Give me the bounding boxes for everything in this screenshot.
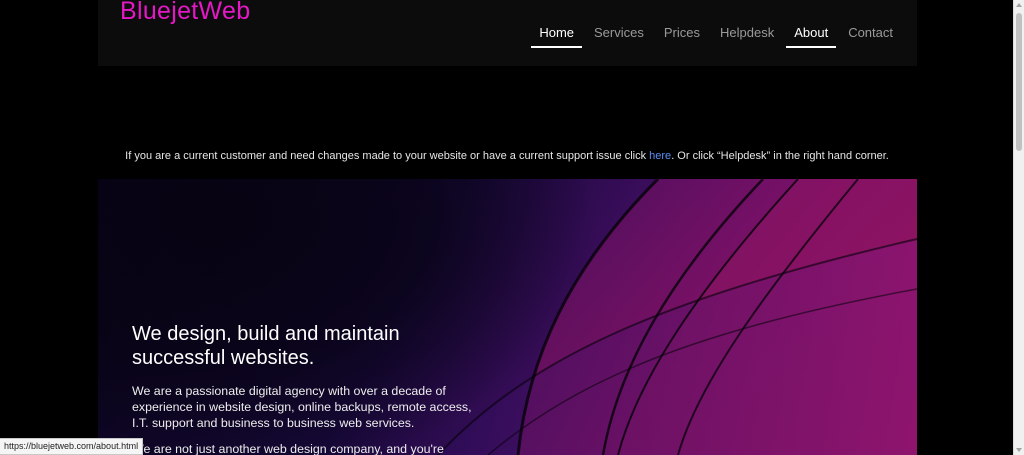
site-header: BluejetWeb Home Services Prices Helpdesk… <box>98 0 917 66</box>
support-here-link[interactable]: here <box>649 150 671 162</box>
scroll-up-arrow-icon[interactable] <box>1016 3 1022 7</box>
page-scrollbar[interactable] <box>1013 0 1024 455</box>
scrollbar-thumb[interactable] <box>1016 13 1022 151</box>
notice-text-before: If you are a current customer and need c… <box>125 150 650 162</box>
nav-item-services[interactable]: Services <box>586 22 652 45</box>
scroll-down-arrow-icon[interactable] <box>1016 448 1022 452</box>
main-nav: Home Services Prices Helpdesk About Cont… <box>529 22 903 48</box>
hero-text-block: We design, build and maintain successful… <box>132 322 472 455</box>
hero-banner: We design, build and maintain successful… <box>98 179 917 455</box>
nav-item-home[interactable]: Home <box>531 22 582 48</box>
nav-item-contact[interactable]: Contact <box>840 22 901 45</box>
notice-text-after: . Or click “Helpdesk” in the right hand … <box>671 150 889 162</box>
hero-paragraph-second: We are not just another web design compa… <box>132 442 444 455</box>
support-notice: If you are a current customer and need c… <box>0 150 1014 162</box>
nav-item-helpdesk[interactable]: Helpdesk <box>712 22 782 45</box>
hero-paragraph-intro: We are a passionate digital agency with … <box>132 384 472 430</box>
status-bar-url: https://bluejetweb.com/about.html <box>0 438 144 455</box>
nav-item-prices[interactable]: Prices <box>656 22 708 45</box>
nav-item-about[interactable]: About <box>786 22 837 48</box>
site-logo[interactable]: BluejetWeb <box>120 0 250 26</box>
hero-title: We design, build and maintain successful… <box>132 323 400 369</box>
